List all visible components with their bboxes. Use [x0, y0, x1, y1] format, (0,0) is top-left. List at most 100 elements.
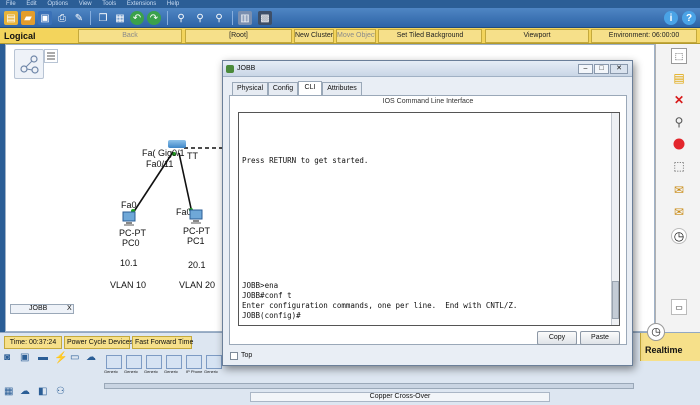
- switch-port-label: Fa( Gig0/1: [142, 148, 185, 158]
- paste-icon[interactable]: ▦: [113, 11, 127, 25]
- viewport-button[interactable]: Viewport: [485, 29, 589, 43]
- device-model-list: Generic Generic Generic Generic IP Phone…: [104, 351, 224, 381]
- activity-wizard-icon[interactable]: ✎: [72, 11, 86, 25]
- environment-button[interactable]: Environment: 06:00:00: [591, 29, 697, 43]
- copy-icon[interactable]: ❐: [96, 11, 110, 25]
- resize-shape-tool-icon[interactable]: ⬚: [671, 158, 687, 174]
- back-button[interactable]: Back: [78, 29, 182, 43]
- terminal-scrollbar-thumb[interactable]: [612, 281, 619, 319]
- device-model-icon[interactable]: [146, 355, 162, 369]
- custom-devices-category-icon[interactable]: ◧: [38, 386, 47, 397]
- realtime-label: Realtime: [645, 345, 683, 355]
- device-model-label: Generic: [164, 369, 179, 374]
- wireless-category-icon[interactable]: ☁: [86, 352, 96, 363]
- workspace-navigation-bar: Logical Back [Root] New Cluster Move Obj…: [0, 28, 700, 44]
- pc0-vlan-label: VLAN 10: [110, 280, 147, 290]
- device-app-icon: [226, 65, 234, 73]
- add-simple-pdu-icon[interactable]: ✉: [671, 182, 687, 198]
- device-model-icon[interactable]: [126, 355, 142, 369]
- print-icon[interactable]: ⎙: [55, 11, 69, 25]
- device-model-icon[interactable]: [166, 355, 182, 369]
- terminal-line: Press RETURN to get started.: [242, 156, 369, 165]
- tab-cli[interactable]: CLI: [298, 81, 322, 95]
- pc0-computer-icon[interactable]: [121, 211, 137, 227]
- zoom-out-icon[interactable]: ⚲: [212, 11, 226, 25]
- common-tools-panel: ⬚ ▤ ✕ ⚲ ⬚ ✉ ✉ ◷ ▭: [655, 44, 700, 332]
- inspect-tool-icon[interactable]: ⚲: [671, 114, 687, 130]
- workspace-tab-close-icon[interactable]: X: [67, 305, 72, 313]
- new-icon[interactable]: ▤: [4, 11, 18, 25]
- device-model-icon[interactable]: [206, 355, 222, 369]
- device-category-row: ◙ ▣ ▬ ⚡ ▭ ☁: [0, 351, 104, 365]
- switch-port2-label: Fa0/11: [146, 159, 174, 169]
- terminal-scrollbar[interactable]: [611, 113, 619, 325]
- menu-extensions[interactable]: Extensions: [127, 1, 156, 7]
- device-list-scrollbar[interactable]: [104, 383, 634, 389]
- device-model-icon[interactable]: [186, 355, 202, 369]
- simulation-toggle-icon[interactable]: ▭: [671, 299, 687, 315]
- menu-options[interactable]: Options: [47, 1, 68, 7]
- delete-tool-icon[interactable]: ✕: [671, 92, 687, 108]
- tab-config[interactable]: Config: [268, 82, 298, 95]
- workspace-tab[interactable]: JOBB X: [10, 304, 74, 314]
- menu-view[interactable]: View: [79, 1, 92, 7]
- terminal-line: JOBB>ena: [242, 281, 279, 290]
- zoom-reset-icon[interactable]: ⚲: [193, 11, 207, 25]
- note-tool-icon[interactable]: ▤: [671, 70, 687, 86]
- fast-forward-time-button[interactable]: Fast Forward Time: [132, 336, 193, 349]
- realtime-mode-tab[interactable]: ◷ Realtime: [640, 323, 700, 361]
- pc1-type-label: PC-PT: [183, 226, 210, 236]
- menu-file[interactable]: File: [6, 1, 16, 7]
- end-devices-category-icon[interactable]: ▭: [70, 352, 79, 363]
- paste-button[interactable]: Paste: [580, 331, 620, 345]
- top-checkbox[interactable]: [230, 352, 238, 360]
- add-complex-pdu-icon[interactable]: ✉: [671, 204, 687, 220]
- device-model-icon[interactable]: [106, 355, 122, 369]
- custom-device-icon[interactable]: ▩: [258, 11, 272, 25]
- save-icon[interactable]: ▣: [38, 11, 52, 25]
- help-icon[interactable]: ?: [682, 11, 696, 25]
- select-tool-icon[interactable]: ⬚: [671, 48, 687, 64]
- menu-edit[interactable]: Edit: [26, 1, 36, 7]
- menu-tools[interactable]: Tools: [102, 1, 116, 7]
- redo-icon[interactable]: ↷: [147, 11, 161, 25]
- palette-icon[interactable]: ▥: [238, 11, 252, 25]
- device-subcategory-row: ▦ ☁ ◧ ⚇: [0, 385, 104, 399]
- connections-category-icon[interactable]: ⚡: [54, 351, 68, 364]
- undo-icon[interactable]: ↶: [130, 11, 144, 25]
- top-checkbox-label: Top: [241, 352, 253, 359]
- set-tiled-background-button[interactable]: Set Tiled Background: [378, 29, 482, 43]
- pc1-computer-icon[interactable]: [188, 209, 204, 225]
- simulation-time: Time: 00:37:24: [4, 336, 62, 349]
- logical-mode-label[interactable]: Logical: [4, 29, 36, 43]
- power-cycle-devices-button[interactable]: Power Cycle Devices: [64, 336, 133, 349]
- menu-bar: File Edit Options View Tools Extensions …: [0, 0, 700, 8]
- switch-icon[interactable]: [168, 140, 186, 148]
- minimize-button[interactable]: –: [578, 64, 593, 74]
- open-icon[interactable]: ▰: [21, 11, 35, 25]
- copy-button[interactable]: Copy: [537, 331, 577, 345]
- zoom-in-icon[interactable]: ⚲: [174, 11, 188, 25]
- move-object-button[interactable]: Move Object: [336, 29, 376, 43]
- info-icon[interactable]: i: [664, 11, 678, 25]
- menu-help[interactable]: Help: [167, 1, 179, 7]
- maximize-button[interactable]: □: [594, 64, 609, 74]
- cli-terminal[interactable]: Press RETURN to get started. JOBB>ena JO…: [238, 112, 620, 326]
- switch-category-icon[interactable]: ▣: [20, 352, 29, 363]
- router-category-icon[interactable]: ◙: [4, 352, 10, 363]
- hub-category-icon[interactable]: ▬: [38, 352, 48, 363]
- draw-ellipse-tool-icon[interactable]: [671, 136, 687, 152]
- tab-physical[interactable]: Physical: [232, 82, 268, 95]
- multiuser-category-icon[interactable]: ⚇: [56, 386, 65, 397]
- toolbar-separator: [90, 11, 91, 25]
- root-button[interactable]: [Root]: [185, 29, 292, 43]
- new-cluster-button[interactable]: New Cluster: [294, 29, 334, 43]
- tab-attributes[interactable]: Attributes: [322, 82, 362, 95]
- device-model-label: Generic: [204, 369, 219, 374]
- close-button[interactable]: ✕: [610, 64, 628, 74]
- dialog-title-bar[interactable]: JOBB – □ ✕: [223, 61, 632, 77]
- dialog-title: JOBB: [237, 65, 256, 72]
- wan-emulation-category-icon[interactable]: ☁: [20, 386, 30, 397]
- pc1-vlan-label: VLAN 20: [179, 280, 216, 290]
- security-category-icon[interactable]: ▦: [4, 386, 13, 397]
